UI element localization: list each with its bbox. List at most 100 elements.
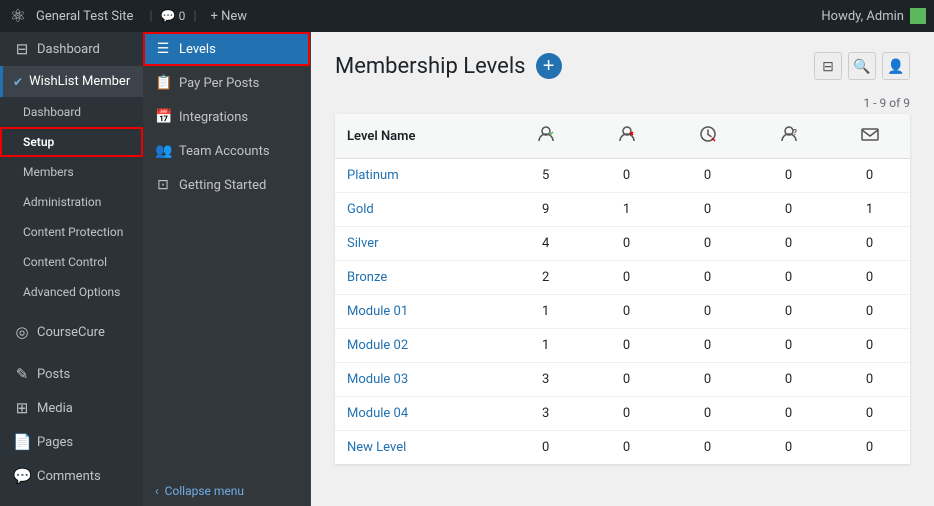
active-count-cell: 3 bbox=[505, 363, 586, 397]
main-layout: ⊟ Dashboard ✔ WishList Member Dashboard … bbox=[0, 32, 934, 506]
dashboard-icon: ⊟ bbox=[13, 40, 31, 58]
table-row: Module 04 3 0 0 0 0 bbox=[335, 397, 910, 431]
sidebar-item-dashboard[interactable]: ⊟ Dashboard bbox=[0, 32, 143, 66]
level-name-cell[interactable]: Module 01 bbox=[335, 295, 505, 329]
table-row: Silver 4 0 0 0 0 bbox=[335, 227, 910, 261]
collapse-menu[interactable]: ‹ Collapse menu bbox=[143, 476, 310, 506]
avatar bbox=[910, 8, 926, 24]
sidebar-item-content-protection[interactable]: Content Protection bbox=[0, 217, 143, 247]
pay-per-posts-icon: 📋 bbox=[155, 75, 171, 91]
pages-icon: 📄 bbox=[13, 433, 31, 451]
cancelled-count-cell: 0 bbox=[586, 159, 667, 193]
col-email bbox=[829, 114, 910, 159]
email-count-cell: 0 bbox=[829, 397, 910, 431]
sidebar-item-media[interactable]: ⊞ Media bbox=[0, 391, 143, 425]
sidebar-item-administration[interactable]: Administration bbox=[0, 187, 143, 217]
chevron-left-icon: ‹ bbox=[155, 484, 159, 498]
sub-sidebar-item-integrations[interactable]: 📅 Integrations bbox=[143, 100, 310, 134]
site-name[interactable]: General Test Site bbox=[36, 9, 133, 24]
sidebar-item-dashboard-sub[interactable]: Dashboard bbox=[0, 97, 143, 127]
pending-count-cell: 0 bbox=[748, 159, 829, 193]
pending-count-cell: 0 bbox=[748, 261, 829, 295]
main-content: Membership Levels + ⊟ 🔍 👤 1 - 9 of 9 Lev… bbox=[311, 32, 934, 506]
sidebar-item-coursecure[interactable]: ◎ CourseCure bbox=[0, 315, 143, 349]
sidebar-item-astra[interactable]: ◉ Astra bbox=[0, 501, 143, 506]
sidebar-item-posts[interactable]: ✎ Posts bbox=[0, 357, 143, 391]
sub-sidebar-item-levels[interactable]: ☰ Levels bbox=[143, 32, 310, 66]
sub-sidebar: ☰ Levels 📋 Pay Per Posts 📅 Integrations … bbox=[143, 32, 311, 506]
expired-count-cell: 0 bbox=[667, 397, 748, 431]
active-count-cell: 9 bbox=[505, 193, 586, 227]
pagination-info: 1 - 9 of 9 bbox=[864, 96, 910, 110]
col-active bbox=[505, 114, 586, 159]
sidebar-item-pages[interactable]: 📄 Pages bbox=[0, 425, 143, 459]
cancelled-count-cell: 1 bbox=[586, 193, 667, 227]
sub-sidebar-item-getting-started[interactable]: ⊡ Getting Started bbox=[143, 168, 310, 202]
export-icon[interactable]: ⊟ bbox=[814, 52, 842, 80]
wp-logo-icon[interactable]: ⚛ bbox=[8, 6, 28, 26]
level-name-cell[interactable]: Platinum bbox=[335, 159, 505, 193]
table-toolbar: 1 - 9 of 9 bbox=[335, 96, 910, 110]
cancelled-count-cell: 0 bbox=[586, 363, 667, 397]
sub-sidebar-item-pay-per-posts[interactable]: 📋 Pay Per Posts bbox=[143, 66, 310, 100]
level-name-cell[interactable]: Silver bbox=[335, 227, 505, 261]
table-header-row: Level Name ? bbox=[335, 114, 910, 159]
user-icon[interactable]: 👤 bbox=[882, 52, 910, 80]
sidebar: ⊟ Dashboard ✔ WishList Member Dashboard … bbox=[0, 32, 143, 506]
sidebar-item-advanced-options[interactable]: Advanced Options bbox=[0, 277, 143, 307]
new-button[interactable]: + New bbox=[205, 5, 254, 28]
table-row: Bronze 2 0 0 0 0 bbox=[335, 261, 910, 295]
level-name-cell[interactable]: Module 02 bbox=[335, 329, 505, 363]
cancelled-count-cell: 0 bbox=[586, 227, 667, 261]
howdy-label: Howdy, Admin bbox=[821, 8, 926, 24]
sidebar-item-comments[interactable]: 💬 Comments bbox=[0, 459, 143, 493]
table-row: Module 03 3 0 0 0 0 bbox=[335, 363, 910, 397]
add-level-button[interactable]: + bbox=[536, 53, 562, 79]
pending-count-cell: 0 bbox=[748, 431, 829, 465]
email-count-cell: 0 bbox=[829, 363, 910, 397]
table-row: Module 02 1 0 0 0 0 bbox=[335, 329, 910, 363]
media-icon: ⊞ bbox=[13, 399, 31, 417]
table-row: Platinum 5 0 0 0 0 bbox=[335, 159, 910, 193]
expired-count-cell: 0 bbox=[667, 193, 748, 227]
page-header: Membership Levels + ⊟ 🔍 👤 bbox=[335, 52, 910, 80]
sidebar-item-wishlist[interactable]: ✔ WishList Member bbox=[0, 66, 143, 97]
level-name-cell[interactable]: Module 04 bbox=[335, 397, 505, 431]
integrations-icon: 📅 bbox=[155, 109, 171, 125]
level-name-cell[interactable]: Module 03 bbox=[335, 363, 505, 397]
col-cancelled bbox=[586, 114, 667, 159]
email-count-cell: 1 bbox=[829, 193, 910, 227]
expired-count-cell: 0 bbox=[667, 261, 748, 295]
email-count-cell: 0 bbox=[829, 261, 910, 295]
comment-icon: 💬 bbox=[161, 9, 176, 23]
sidebar-item-content-control[interactable]: Content Control bbox=[0, 247, 143, 277]
check-icon: ✔ bbox=[13, 75, 23, 89]
page-title: Membership Levels bbox=[335, 54, 526, 79]
table-row: Gold 9 1 0 0 1 bbox=[335, 193, 910, 227]
cancelled-count-cell: 0 bbox=[586, 261, 667, 295]
expired-count-cell: 0 bbox=[667, 159, 748, 193]
comments-icon: 💬 bbox=[13, 467, 31, 485]
posts-icon: ✎ bbox=[13, 365, 31, 383]
sidebar-item-members[interactable]: Members bbox=[0, 157, 143, 187]
table-row: Module 01 1 0 0 0 0 bbox=[335, 295, 910, 329]
email-count-cell: 0 bbox=[829, 431, 910, 465]
svg-text:?: ? bbox=[793, 128, 797, 137]
level-name-cell[interactable]: New Level bbox=[335, 431, 505, 465]
pending-count-cell: 0 bbox=[748, 397, 829, 431]
expired-count-cell: 0 bbox=[667, 227, 748, 261]
email-count-cell: 0 bbox=[829, 227, 910, 261]
active-count-cell: 0 bbox=[505, 431, 586, 465]
level-name-cell[interactable]: Bronze bbox=[335, 261, 505, 295]
level-name-cell[interactable]: Gold bbox=[335, 193, 505, 227]
email-count-cell: 0 bbox=[829, 329, 910, 363]
active-count-cell: 2 bbox=[505, 261, 586, 295]
sub-sidebar-item-team-accounts[interactable]: 👥 Team Accounts bbox=[143, 134, 310, 168]
header-icons: ⊟ 🔍 👤 bbox=[814, 52, 910, 80]
email-count-cell: 0 bbox=[829, 159, 910, 193]
team-accounts-icon: 👥 bbox=[155, 143, 171, 159]
search-icon[interactable]: 🔍 bbox=[848, 52, 876, 80]
admin-bar: ⚛ General Test Site | 💬 0 | + New Howdy,… bbox=[0, 0, 934, 32]
comments-count[interactable]: 💬 0 bbox=[161, 9, 186, 23]
sidebar-item-setup[interactable]: Setup bbox=[0, 127, 143, 157]
